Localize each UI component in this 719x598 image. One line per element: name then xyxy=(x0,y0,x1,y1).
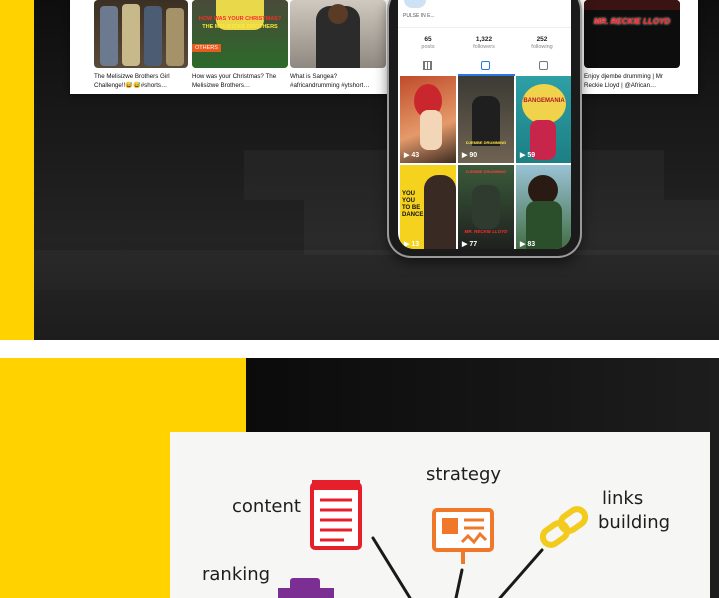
avatar[interactable] xyxy=(404,0,426,8)
thumbnail-text: MR. RECKIE LLOYD xyxy=(593,17,671,26)
reels-tab-icon[interactable] xyxy=(481,61,490,70)
video-thumbnail[interactable] xyxy=(94,0,188,68)
video-title[interactable]: What is Sangea? #africandrumming #ytshor… xyxy=(290,73,384,90)
video-thumbnail[interactable] xyxy=(290,0,386,68)
play-count: ▶ 59 xyxy=(520,152,536,159)
presentation-board-icon xyxy=(432,508,494,564)
ranking-podium-icon xyxy=(278,578,334,598)
video-title[interactable]: How was your Christmas? The Melisizwe Br… xyxy=(192,73,286,90)
video-title[interactable]: The Melisizwe Brothers Girl Challenge!!😅… xyxy=(94,73,188,90)
video-thumbnail[interactable]: HOW WAS YOUR CHRISTMAS? THE MELISIZWE BR… xyxy=(192,0,288,68)
posts-label: posts xyxy=(421,44,435,50)
following-count[interactable]: 252 xyxy=(522,36,562,43)
followers-count[interactable]: 1,322 xyxy=(464,36,504,43)
profile-name: PULSE IN E... xyxy=(403,13,435,19)
links-label: links xyxy=(602,488,644,509)
video-title[interactable]: Enjoy djembe drumming | Mr Reckie Lloyd … xyxy=(584,73,678,90)
thumbnail-tag: OTHERS xyxy=(192,44,221,52)
reel-text: MR. RECKIE LLOYD xyxy=(464,229,508,234)
posts-count: 65 xyxy=(424,36,432,43)
content-label: content xyxy=(232,496,301,517)
play-count: ▶ 90 xyxy=(462,152,478,159)
reel-text: BANGEMANIA xyxy=(523,98,565,104)
reel-text: DJEMBE DRUMMING xyxy=(465,169,507,174)
building-label: building xyxy=(598,512,671,533)
reel-thumbnail[interactable]: DJEMBE DRUMMING MR. RECKIE LLOYD ▶ 77 xyxy=(458,165,514,249)
seo-whiteboard-illustration: content strategy links building ranking xyxy=(170,432,710,598)
reel-thumbnail[interactable]: YOU YOU TO BE DANCE ▶ 13 xyxy=(400,165,456,249)
thumbnail-text: HOW WAS YOUR CHRISTMAS? xyxy=(198,16,282,22)
play-count: ▶ 83 xyxy=(520,241,536,248)
notepad-icon xyxy=(310,480,362,550)
play-count: ▶ 43 xyxy=(404,152,420,159)
reel-thumbnail[interactable]: ▶ 43 xyxy=(400,76,456,163)
yellow-accent-bar xyxy=(0,0,34,340)
followers-label[interactable]: followers xyxy=(464,44,504,50)
thumbnail-subtext: THE MELISIZWE BROTHERS xyxy=(202,24,278,30)
chain-link-icon xyxy=(540,506,589,548)
video-thumbnail[interactable]: MR. RECKIE LLOYD xyxy=(584,0,680,68)
top-banner: HOW WAS YOUR CHRISTMAS? THE MELISIZWE BR… xyxy=(0,0,719,340)
ranking-label: ranking xyxy=(202,564,271,585)
bottom-banner: content strategy links building ranking xyxy=(0,358,719,598)
following-label[interactable]: following xyxy=(522,44,562,50)
reel-thumbnail[interactable]: ▶ 83 xyxy=(516,165,571,249)
youtube-shorts-card: HOW WAS YOUR CHRISTMAS? THE MELISIZWE BR… xyxy=(70,0,698,94)
play-count: ▶ 77 xyxy=(462,241,478,248)
reel-thumbnail[interactable]: BANGEMANIA ▶ 59 xyxy=(516,76,571,163)
strategy-label: strategy xyxy=(426,464,502,485)
reel-text: YOU YOU TO BE DANCE xyxy=(402,191,424,218)
reel-thumbnail[interactable]: DJEMBE DRUMMING ▶ 90 xyxy=(458,76,514,163)
grid-tab-icon[interactable] xyxy=(423,61,432,70)
instagram-profile-screen: PULSE IN E... 65 posts 1,322 followers 2… xyxy=(398,0,571,249)
play-count: ▶ 13 xyxy=(404,241,420,248)
tagged-tab-icon[interactable] xyxy=(539,61,548,70)
